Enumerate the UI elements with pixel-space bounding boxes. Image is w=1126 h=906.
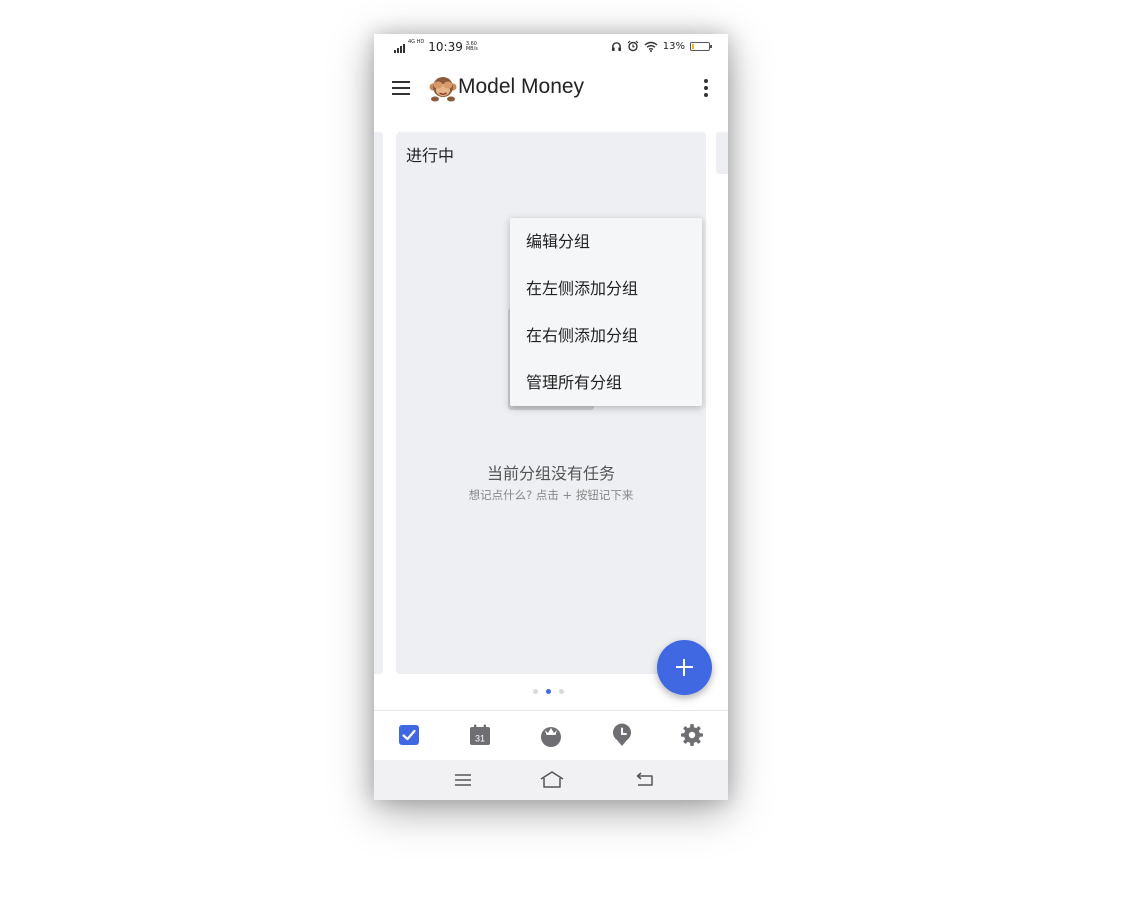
nav-calendar-icon[interactable]: 31 bbox=[468, 723, 492, 747]
page-indicator bbox=[533, 689, 564, 694]
signal-icon bbox=[394, 43, 405, 53]
battery-fill bbox=[692, 43, 694, 49]
battery-icon bbox=[690, 41, 712, 51]
network-type: 4G HD bbox=[408, 38, 425, 45]
group-pager[interactable]: 进行中 当前分组没有任务 想记点什么? 点击 + 按钮记下来 编辑分组 在左侧添… bbox=[374, 116, 728, 710]
nav-clock-pin-icon[interactable] bbox=[610, 723, 634, 747]
headphones-icon bbox=[611, 41, 621, 51]
page-dot bbox=[559, 689, 564, 694]
hamburger-icon[interactable] bbox=[392, 80, 410, 96]
menu-item-add-group-right[interactable]: 在右侧添加分组 bbox=[510, 312, 702, 359]
group-title[interactable]: 进行中 bbox=[406, 142, 454, 166]
menu-item-manage-groups[interactable]: 管理所有分组 bbox=[510, 359, 702, 406]
monkey-see-no-evil-icon bbox=[429, 77, 457, 102]
status-bar: 4G HD 10:39 3.60 MB/s 13% bbox=[374, 34, 728, 60]
status-time: 10:39 bbox=[428, 40, 463, 54]
wifi-icon bbox=[644, 41, 658, 52]
calendar-day-label: 31 bbox=[475, 734, 485, 744]
back-icon[interactable] bbox=[634, 770, 654, 790]
empty-state-subtitle: 想记点什么? 点击 + 按钮记下来 bbox=[468, 488, 634, 502]
add-task-button[interactable] bbox=[657, 640, 712, 695]
menu-item-edit-group[interactable]: 编辑分组 bbox=[510, 218, 702, 265]
nav-tasks-checkbox-icon[interactable] bbox=[397, 723, 421, 747]
more-vert-icon[interactable] bbox=[696, 78, 716, 98]
page-dot bbox=[533, 689, 538, 694]
alarm-icon bbox=[627, 40, 639, 52]
nav-tomato-icon[interactable] bbox=[539, 723, 563, 747]
status-right: 13% bbox=[611, 40, 712, 52]
menu-item-add-group-left[interactable]: 在左侧添加分组 bbox=[510, 265, 702, 312]
previous-group-card[interactable] bbox=[374, 132, 383, 674]
page-dot-active bbox=[546, 689, 551, 694]
network-speed: 3.60 MB/s bbox=[465, 41, 478, 52]
status-left: 4G HD 10:39 3.60 MB/s bbox=[394, 38, 482, 54]
app-bar: Model Money bbox=[374, 60, 728, 116]
battery-percent: 13% bbox=[662, 40, 685, 52]
empty-state-title: 当前分组没有任务 bbox=[486, 464, 615, 483]
app-title: Model Money bbox=[458, 75, 585, 98]
next-group-card[interactable] bbox=[716, 132, 728, 174]
bottom-nav: 31 bbox=[374, 710, 728, 760]
menu-icon[interactable] bbox=[453, 770, 473, 790]
system-nav-bar bbox=[374, 760, 728, 800]
phone-screen: 4G HD 10:39 3.60 MB/s 13% Model Money 进行… bbox=[374, 34, 728, 800]
group-options-menu: 编辑分组 在左侧添加分组 在右侧添加分组 管理所有分组 bbox=[510, 218, 702, 406]
home-icon[interactable] bbox=[540, 770, 564, 790]
nav-gear-icon[interactable] bbox=[680, 723, 704, 747]
